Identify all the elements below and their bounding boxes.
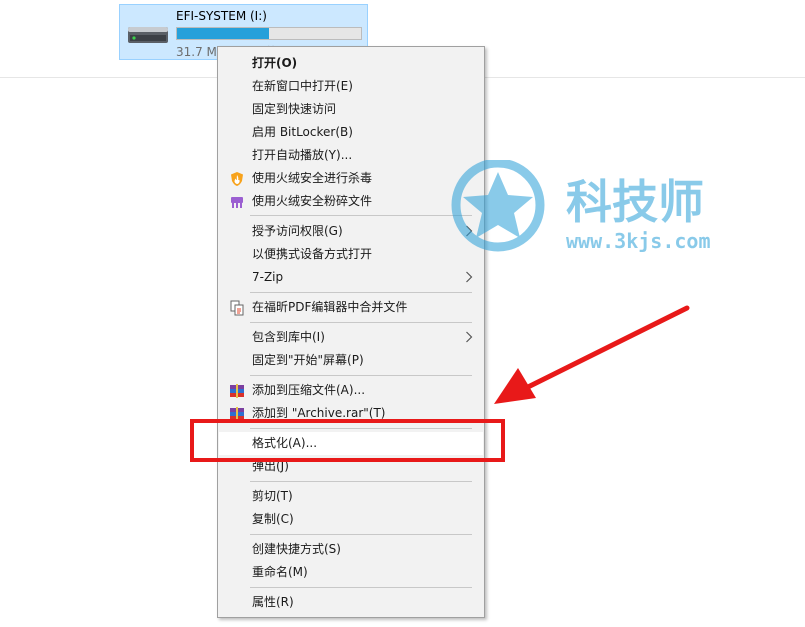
menu-separator (250, 534, 472, 535)
chevron-right-icon (466, 271, 473, 283)
menu-separator (250, 292, 472, 293)
annotation-arrow (494, 305, 690, 404)
drive-usage-fill (177, 28, 269, 39)
menu-item-rename[interactable]: 重命名(M) (219, 561, 483, 584)
chevron-right-icon (466, 331, 473, 343)
drive-usage-bar (176, 27, 362, 40)
menu-item-create-shortcut[interactable]: 创建快捷方式(S) (219, 538, 483, 561)
site-watermark: 科技师 www.3kjs.com (451, 160, 711, 253)
menu-item-open-portable[interactable]: 以便携式设备方式打开 (219, 243, 483, 266)
huorong-shield-icon (231, 172, 243, 186)
menu-separator (250, 587, 472, 588)
annotation-highlight-box (190, 419, 505, 462)
menu-item-huorong-shred[interactable]: 使用火绒安全粉碎文件 (219, 190, 483, 213)
drive-title: EFI-SYSTEM (I:) (176, 9, 267, 23)
menu-item-copy[interactable]: 复制(C) (219, 508, 483, 531)
context-menu: 打开(O) 在新窗口中打开(E) 固定到快速访问 启用 BitLocker(B)… (217, 46, 485, 618)
winrar-icon (230, 384, 244, 398)
foxit-pdf-icon (230, 300, 244, 316)
menu-item-open-new-window[interactable]: 在新窗口中打开(E) (219, 75, 483, 98)
menu-separator (250, 481, 472, 482)
watermark-url: www.3kjs.com (566, 229, 711, 253)
menu-item-add-archive[interactable]: 添加到压缩文件(A)... (219, 379, 483, 402)
shredder-icon (231, 197, 243, 208)
watermark-title: 科技师 (566, 175, 704, 229)
menu-item-pin-quick-access[interactable]: 固定到快速访问 (219, 98, 483, 121)
menu-item-include-library[interactable]: 包含到库中(I) (219, 326, 483, 349)
menu-item-foxit-merge[interactable]: 在福昕PDF编辑器中合并文件 (219, 296, 483, 319)
menu-item-autoplay[interactable]: 打开自动播放(Y)... (219, 144, 483, 167)
menu-item-properties[interactable]: 属性(R) (219, 591, 483, 614)
menu-item-open[interactable]: 打开(O) (219, 52, 483, 75)
menu-separator (250, 322, 472, 323)
hard-drive-icon (128, 27, 168, 43)
menu-item-cut[interactable]: 剪切(T) (219, 485, 483, 508)
menu-item-7zip[interactable]: 7-Zip (219, 266, 483, 289)
menu-item-pin-start[interactable]: 固定到"开始"屏幕(P) (219, 349, 483, 372)
menu-item-enable-bitlocker[interactable]: 启用 BitLocker(B) (219, 121, 483, 144)
menu-separator (250, 215, 472, 216)
menu-item-grant-access[interactable]: 授予访问权限(G) (219, 220, 483, 243)
menu-separator (250, 375, 472, 376)
menu-item-huorong-scan[interactable]: 使用火绒安全进行杀毒 (219, 167, 483, 190)
